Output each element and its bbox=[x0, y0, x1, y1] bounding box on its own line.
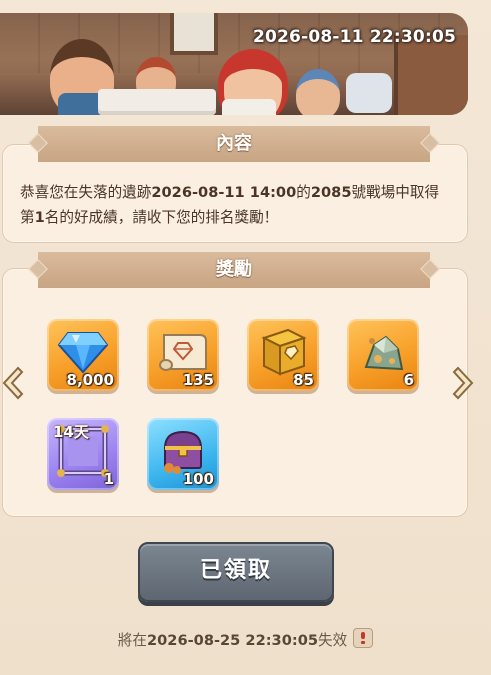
message-part-1: 恭喜您在失落的遺跡 bbox=[20, 184, 152, 201]
message-part-4: 名的好成績，請收下您的排名獎勵！ bbox=[44, 209, 279, 226]
chest-icon bbox=[163, 431, 203, 475]
reward-item-diamond[interactable]: 8,000 bbox=[47, 319, 119, 391]
content-title: 內容 bbox=[38, 126, 430, 162]
banner-window bbox=[170, 13, 218, 55]
banner-table bbox=[98, 89, 216, 115]
reward-item-chest[interactable]: 100 bbox=[147, 418, 219, 490]
claimed-button[interactable]: 已領取 bbox=[138, 542, 334, 602]
scroll-icon bbox=[159, 334, 207, 372]
reward-item-book[interactable]: 85 bbox=[247, 319, 319, 391]
warning-icon[interactable] bbox=[353, 628, 374, 648]
reward-qty: 100 bbox=[182, 470, 214, 488]
scroll-left-arrow-icon[interactable] bbox=[0, 365, 24, 401]
expiry-notice: 將在2026-08-25 22:30:05失效 bbox=[0, 628, 491, 650]
reward-qty: 6 bbox=[403, 371, 414, 389]
character-knight-icon bbox=[346, 73, 392, 113]
character-blue-icon bbox=[296, 69, 340, 115]
message-field: 2085 bbox=[310, 184, 352, 201]
diamond-icon bbox=[58, 332, 108, 374]
character-redhair-body bbox=[222, 99, 276, 115]
book-icon bbox=[261, 329, 307, 376]
message-part-2: 的 bbox=[296, 184, 311, 201]
reward-item-frame[interactable]: 14天 1 bbox=[47, 418, 119, 490]
message-rank: 1 bbox=[34, 209, 45, 226]
mail-banner-image: 2026-08-11 22:30:05 bbox=[0, 13, 468, 115]
expiry-prefix: 將在 bbox=[117, 632, 147, 649]
reward-item-ore[interactable]: 6 bbox=[347, 319, 419, 391]
content-message: 恭喜您在失落的遺跡2026-08-11 14:00的2085號戰場中取得第1名的… bbox=[20, 180, 452, 230]
reward-qty: 135 bbox=[182, 371, 214, 389]
rewards-title: 獎勵 bbox=[38, 252, 430, 288]
banner-timestamp: 2026-08-11 22:30:05 bbox=[252, 27, 456, 47]
message-date: 2026-08-11 14:00 bbox=[151, 184, 297, 201]
mail-detail-page: 2026-08-11 22:30:05 內容 恭喜您在失落的遺跡2026-08-… bbox=[0, 0, 491, 675]
expiry-date: 2026-08-25 22:30:05 bbox=[146, 632, 319, 649]
reward-qty: 8,000 bbox=[66, 371, 114, 389]
reward-duration: 14天 bbox=[53, 423, 89, 441]
reward-item-scroll[interactable]: 135 bbox=[147, 319, 219, 391]
scroll-right-arrow-icon[interactable] bbox=[452, 365, 476, 401]
ore-icon bbox=[364, 335, 404, 371]
reward-qty: 1 bbox=[103, 470, 114, 488]
expiry-suffix: 失效 bbox=[318, 632, 348, 649]
reward-qty: 85 bbox=[293, 371, 314, 389]
banner-shelf bbox=[394, 35, 468, 115]
